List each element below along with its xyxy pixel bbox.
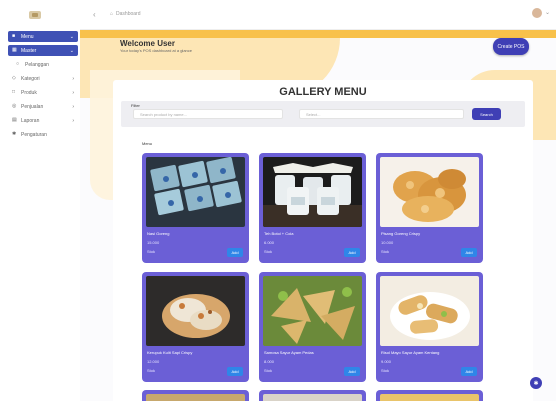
- product-name: Pisang Goreng Crispy: [381, 231, 421, 236]
- filter-label: Filter: [131, 103, 140, 108]
- chevron-right-icon: ›: [72, 117, 74, 124]
- sidebar-item-laporan[interactable]: ▤ Laporan ›: [8, 115, 78, 126]
- product-image: [380, 394, 479, 401]
- sidebar-item-label: Menu: [21, 33, 34, 40]
- product-name: Samosa Sayur Ayam Pedas: [264, 350, 314, 355]
- grid-icon: ▦: [12, 47, 17, 53]
- chevron-right-icon: ›: [72, 75, 74, 82]
- chart-icon: ▤: [12, 117, 17, 123]
- topbar: ‹ ⌂ Dashboard ⌄: [80, 0, 556, 30]
- tag-icon: ◇: [12, 75, 16, 81]
- section-label: Menu: [142, 141, 153, 146]
- chevron-down-icon: ⌄: [69, 33, 74, 40]
- add-button[interactable]: Add: [344, 248, 360, 257]
- sidebar-item-label: Laporan: [21, 117, 40, 124]
- page-title: GALLERY MENU: [279, 86, 367, 98]
- breadcrumb-item[interactable]: Dashboard: [116, 11, 140, 17]
- product-stock: Stok: [381, 368, 390, 373]
- chevron-down-icon: ⌄: [69, 47, 74, 54]
- menu-card[interactable]: [259, 390, 366, 401]
- settings-fab-icon[interactable]: ✱: [530, 377, 542, 389]
- sidebar-item-label: Penjualan: [21, 103, 44, 110]
- cart-icon: ◎: [12, 103, 17, 109]
- menu-card[interactable]: Teh Botol + Cola 6.000 Stok Add: [259, 153, 366, 263]
- product-name: Teh Botol + Cola: [264, 231, 294, 236]
- logo-icon: [29, 11, 41, 19]
- sidebar-item-label: Master: [21, 47, 37, 54]
- chevron-down-icon[interactable]: ⌄: [545, 9, 550, 16]
- menu-card[interactable]: Pisang Goreng Crispy 10.000 Stok Add: [376, 153, 483, 263]
- menu-card[interactable]: Risol Mayo Sayur Ayam Kentang 9.000 Stok…: [376, 272, 483, 382]
- chevron-right-icon: ›: [72, 89, 74, 96]
- product-price: 6.000: [264, 240, 275, 245]
- sidebar-item-master[interactable]: ▦ Master ⌄: [8, 45, 78, 56]
- menu-card[interactable]: Nasi Goreng 15.000 Stok Add: [142, 153, 249, 263]
- add-button[interactable]: Add: [461, 367, 477, 376]
- product-stock: Stok: [264, 368, 273, 373]
- add-button[interactable]: Add: [227, 367, 243, 376]
- product-image: [263, 394, 362, 401]
- sidebar-item-label: Produk: [21, 89, 37, 96]
- product-price: 10.000: [381, 240, 394, 245]
- banner-band: [80, 30, 556, 38]
- product-stock: Stok: [381, 249, 390, 254]
- sidebar-item-label: Pengaturan: [21, 131, 47, 138]
- sidebar-item-produk[interactable]: □ Produk ›: [8, 87, 78, 98]
- sidebar-item-pengaturan[interactable]: ✱ Pengaturan: [8, 129, 78, 140]
- add-button[interactable]: Add: [344, 367, 360, 376]
- product-image: [146, 276, 245, 346]
- add-button[interactable]: Add: [227, 248, 243, 257]
- product-price: 8.000: [264, 359, 275, 364]
- gear-icon: ✱: [12, 131, 17, 137]
- search-button[interactable]: Search: [472, 108, 501, 120]
- product-stock: Stok: [264, 249, 273, 254]
- menu-card[interactable]: [376, 390, 483, 401]
- product-price: 15.000: [147, 240, 160, 245]
- chevron-right-icon: ›: [72, 103, 74, 110]
- product-image: [380, 157, 479, 227]
- welcome-subtitle: Your today's POS dashboard at a glance: [120, 48, 192, 53]
- welcome-title: Welcome User: [120, 39, 175, 48]
- product-image: [380, 276, 479, 346]
- product-image: [146, 394, 245, 401]
- user-icon: ○: [16, 61, 20, 67]
- back-arrow-icon[interactable]: ‹: [93, 10, 96, 19]
- avatar[interactable]: [532, 8, 542, 18]
- product-stock: Stok: [147, 368, 156, 373]
- breadcrumb: ⌂ Dashboard: [110, 11, 141, 17]
- sidebar-item-kategori[interactable]: ◇ Kategori ›: [8, 73, 78, 84]
- filter-bar: Filter Search product by name... Select.…: [121, 101, 525, 127]
- product-image: [146, 157, 245, 227]
- sidebar-item-pelanggan[interactable]: ○ Pelanggan: [12, 59, 78, 70]
- sidebar-item-label: Kategori: [21, 75, 40, 82]
- menu-card[interactable]: [142, 390, 249, 401]
- sidebar-nav: ■ Menu ⌄ ▦ Master ⌄ ○ Pelanggan ◇ Katego…: [8, 31, 78, 143]
- sidebar: ■ Menu ⌄ ▦ Master ⌄ ○ Pelanggan ◇ Katego…: [0, 0, 81, 401]
- sidebar-item-penjualan[interactable]: ◎ Penjualan ›: [8, 101, 78, 112]
- product-name: Risol Mayo Sayur Ayam Kentang: [381, 350, 440, 355]
- product-name: Nasi Goreng: [147, 231, 170, 236]
- product-name: Kerupuk Kulit Sapi Crispy: [147, 350, 193, 355]
- product-stock: Stok: [147, 249, 156, 254]
- box-icon: □: [12, 89, 16, 95]
- add-button[interactable]: Add: [461, 248, 477, 257]
- menu-card[interactable]: Kerupuk Kulit Sapi Crispy 12.000 Stok Ad…: [142, 272, 249, 382]
- menu-card[interactable]: Samosa Sayur Ayam Pedas 8.000 Stok Add: [259, 272, 366, 382]
- sidebar-item-label: Pelanggan: [25, 61, 49, 68]
- product-price: 9.000: [381, 359, 392, 364]
- product-price: 12.000: [147, 359, 160, 364]
- create-pos-button[interactable]: Create POS: [493, 38, 529, 55]
- product-image: [263, 276, 362, 346]
- sidebar-item-menu[interactable]: ■ Menu ⌄: [8, 31, 78, 42]
- home-icon: ⌂: [110, 11, 114, 17]
- home-icon: ■: [12, 33, 16, 39]
- search-input[interactable]: Search product by name...: [133, 109, 283, 119]
- main-content: Welcome User Your today's POS dashboard …: [80, 30, 556, 401]
- category-select[interactable]: Select...: [299, 109, 464, 119]
- product-image: [263, 157, 362, 227]
